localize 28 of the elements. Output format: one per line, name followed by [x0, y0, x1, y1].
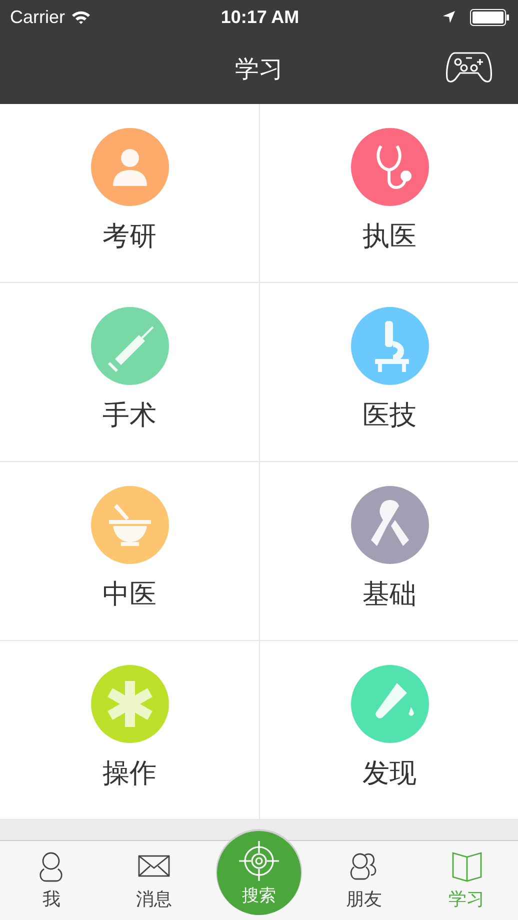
category-tile[interactable]: 发现 — [260, 641, 518, 819]
category-label: 执医 — [362, 220, 416, 254]
category-label: 发现 — [362, 757, 416, 791]
carrier-name: Carrier — [10, 6, 66, 28]
category-label: 基础 — [362, 578, 416, 612]
category-tile[interactable]: 手术 — [0, 283, 259, 461]
tab-item[interactable]: 消息 — [114, 841, 194, 911]
tab-item[interactable]: 朋友 — [324, 841, 404, 911]
category-tile[interactable]: 执医 — [260, 104, 518, 282]
book-icon — [450, 849, 484, 883]
wifi-icon — [71, 10, 92, 24]
tab-item[interactable]: 我 — [11, 841, 92, 911]
category-label: 考研 — [102, 220, 156, 254]
category-tile[interactable]: 基础 — [260, 462, 518, 640]
crosshair-icon — [238, 840, 280, 882]
category-tile[interactable]: 中医 — [0, 462, 259, 640]
category-tile[interactable]: 考研 — [0, 104, 259, 282]
category-tile[interactable]: 操作 — [0, 641, 259, 819]
location-icon — [442, 10, 456, 24]
status-time: 10:17 AM — [220, 6, 300, 28]
category-label: 中医 — [102, 578, 156, 612]
gamepad-icon[interactable] — [445, 50, 493, 84]
category-label: 医技 — [362, 399, 416, 433]
category-label: 操作 — [102, 757, 156, 791]
battery-icon — [470, 8, 510, 26]
page-title: 学习 — [235, 54, 283, 85]
category-label: 手术 — [102, 399, 156, 433]
category-tile[interactable]: 医技 — [260, 283, 518, 461]
